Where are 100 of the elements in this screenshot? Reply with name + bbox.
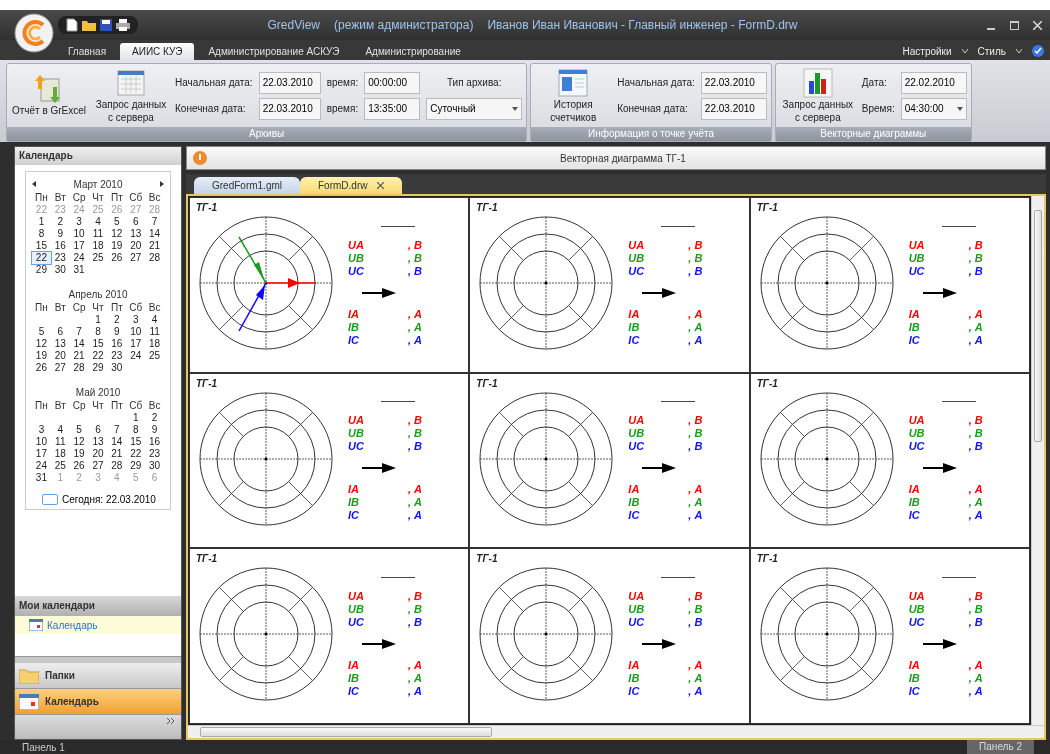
calendar-day[interactable]: 18 [88, 240, 108, 252]
calendar-day[interactable]: 23 [145, 448, 164, 460]
calendar-day[interactable]: 11 [50, 436, 70, 448]
calendar-day[interactable]: 21 [145, 240, 164, 252]
calendar-day[interactable]: 1 [126, 412, 146, 424]
calendar-day[interactable]: 18 [145, 338, 164, 350]
calendar-day[interactable]: 15 [88, 338, 108, 350]
calendar-day[interactable]: 4 [145, 314, 164, 326]
calendar-day[interactable]: 17 [126, 338, 146, 350]
calendar-day[interactable]: 22 [32, 252, 51, 264]
dropdown-field[interactable]: 04:30:00 [900, 97, 967, 120]
calendar-day[interactable]: 30 [145, 460, 164, 472]
calendar-day[interactable]: 12 [69, 436, 89, 448]
calendar-day[interactable]: 3 [126, 314, 146, 326]
menu-item[interactable]: Стиль [977, 45, 1006, 57]
calendar-day[interactable]: 26 [107, 252, 127, 264]
horizontal-scrollbar[interactable] [188, 725, 1044, 738]
document-tab[interactable]: GredForm1.gml [194, 177, 300, 194]
calendar-day[interactable]: 7 [145, 216, 164, 228]
calendar-day[interactable]: 17 [32, 448, 51, 460]
calendar-day[interactable]: 28 [107, 460, 127, 472]
calendar-day[interactable]: 26 [69, 460, 89, 472]
calendar-day[interactable]: 1 [88, 314, 108, 326]
ribbon-tab[interactable]: Администрирование АСКУЭ [196, 43, 352, 60]
maximize-icon[interactable] [1010, 20, 1019, 30]
calendar-day[interactable]: 25 [145, 350, 164, 362]
calendar-day[interactable]: 2 [50, 216, 70, 228]
date-field[interactable]: 22.03.2010 [258, 71, 321, 94]
calendar-day[interactable]: 4 [50, 424, 70, 436]
calendar-day[interactable]: 12 [32, 338, 51, 350]
date-field[interactable]: 22.03.2010 [700, 97, 767, 120]
calendar-day[interactable]: 5 [69, 424, 89, 436]
calendar-day[interactable]: 6 [126, 216, 146, 228]
document-tab[interactable]: FormD.drw [300, 177, 403, 194]
calendar-day[interactable]: 11 [88, 228, 108, 240]
caret-icon[interactable] [961, 49, 968, 53]
calendar-day[interactable]: 9 [107, 326, 127, 338]
calendar-day[interactable]: 6 [50, 326, 70, 338]
date-field[interactable]: 00:00:00 [364, 71, 421, 94]
calendar-day[interactable]: 24 [69, 252, 89, 264]
splitter-handle[interactable] [15, 656, 181, 663]
calendar-day[interactable]: 2 [145, 412, 164, 424]
new-file-icon[interactable] [66, 18, 78, 32]
vertical-scrollbar[interactable] [1031, 196, 1044, 725]
today-link[interactable]: Сегодня: 22.03.2010 [62, 494, 156, 505]
ribbon-button[interactable]: Запрос данных с сервера [93, 67, 169, 124]
calendar-day[interactable]: 29 [126, 460, 146, 472]
calendar-day[interactable]: 15 [126, 436, 146, 448]
calendar-day[interactable]: 22 [88, 350, 108, 362]
calendar-day[interactable]: 29 [32, 264, 51, 276]
calendar-day[interactable]: 10 [126, 326, 146, 338]
calendar-day[interactable]: 25 [50, 460, 70, 472]
calendar-day[interactable]: 31 [69, 264, 89, 276]
calendar-day[interactable]: 24 [126, 350, 146, 362]
calendar-day[interactable]: 14 [145, 228, 164, 240]
calendar-day[interactable]: 7 [69, 326, 89, 338]
calendar-day[interactable]: 6 [88, 424, 108, 436]
ribbon-button[interactable]: Отчёт в GrExcel [11, 73, 87, 118]
calendar-day[interactable]: 28 [145, 252, 164, 264]
calendar-day[interactable]: 14 [107, 436, 127, 448]
calendar-day[interactable]: 3 [69, 216, 89, 228]
date-field[interactable]: 22.03.2010 [700, 71, 767, 94]
calendar-day[interactable]: 13 [88, 436, 108, 448]
caret-icon[interactable] [1016, 49, 1022, 53]
calendar-day[interactable]: 20 [50, 350, 70, 362]
calendar-day[interactable]: 5 [32, 326, 51, 338]
calendar-day[interactable]: 21 [107, 448, 127, 460]
calendar-day[interactable]: 4 [88, 216, 108, 228]
calendar-day[interactable]: 9 [50, 228, 70, 240]
calendar-day[interactable]: 20 [88, 448, 108, 460]
calendar-day[interactable]: 19 [69, 448, 89, 460]
dropdown-field[interactable]: Суточный [426, 97, 523, 120]
ribbon-button[interactable]: Запрос данных с сервера [779, 67, 856, 124]
calendar-day[interactable]: 23 [107, 350, 127, 362]
calendar-day[interactable]: 1 [32, 216, 51, 228]
calendar-day[interactable]: 17 [69, 240, 89, 252]
status-panel[interactable]: Панель 2 [967, 740, 1034, 754]
ribbon-tab[interactable]: Администрирование [353, 43, 473, 60]
calendar-day[interactable]: 28 [69, 362, 89, 374]
next-icon[interactable] [160, 181, 164, 187]
calendar-day[interactable]: 27 [126, 252, 146, 264]
calendar-day[interactable]: 21 [69, 350, 89, 362]
navigation-button[interactable]: Календарь [15, 689, 181, 715]
calendar-day[interactable]: 16 [107, 338, 127, 350]
ribbon-button[interactable]: История счетчиков [535, 67, 612, 124]
status-panel[interactable]: Панель 1 [22, 741, 65, 753]
calendar-day[interactable]: 10 [69, 228, 89, 240]
close-icon[interactable] [377, 182, 385, 189]
chevron-icon[interactable] [167, 717, 175, 727]
calendar-day[interactable]: 15 [32, 240, 51, 252]
ribbon-tab[interactable]: АИИС КУЭ [120, 43, 195, 60]
calendar-day[interactable]: 23 [50, 252, 70, 264]
calendar-day[interactable]: 10 [32, 436, 51, 448]
calendar-day[interactable]: 27 [50, 362, 70, 374]
previous-icon[interactable] [32, 181, 36, 187]
calendar-day[interactable]: 13 [50, 338, 70, 350]
calendar-day[interactable]: 24 [32, 460, 51, 472]
calendar-day[interactable]: 16 [145, 436, 164, 448]
calendar-day[interactable]: 25 [88, 252, 108, 264]
save-icon[interactable] [100, 19, 112, 31]
